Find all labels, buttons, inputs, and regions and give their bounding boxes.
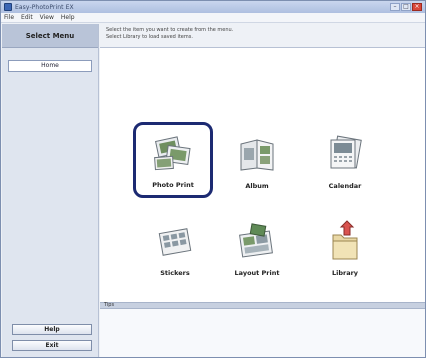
close-button[interactable]: × [412,3,422,11]
tile-label: Album [245,182,269,190]
minimize-button[interactable]: – [390,3,400,11]
window-title: Easy-PhotoPrint EX [15,3,74,11]
menu-view[interactable]: View [40,14,54,21]
tile-label: Photo Print [152,181,194,189]
instructions-line-2: Select Library to load saved items. [106,33,193,40]
exit-button[interactable]: Exit [12,340,92,351]
home-button[interactable]: Home [8,60,92,72]
app-icon [4,3,12,11]
sidebar-header: Select Menu [2,24,98,48]
tile-stickers[interactable]: Stickers [135,213,215,289]
tile-label: Library [331,269,359,277]
menu-help[interactable]: Help [61,14,75,21]
tile-calendar[interactable]: Calendar [305,126,385,202]
maximize-button[interactable]: □ [401,3,411,11]
tile-label: Stickers [160,269,190,277]
tip-bar: Tips [100,302,425,309]
tile-photo-print[interactable]: Photo Print [133,122,213,198]
instructions: Select the item you want to create from … [100,24,425,48]
title-bar[interactable]: Easy-PhotoPrint EX – □ × [1,1,425,13]
app-window: Easy-PhotoPrint EX – □ × File Edit View … [0,0,426,358]
menu-file[interactable]: File [4,14,14,21]
tile-album[interactable]: Album [217,126,297,202]
menu-bar: File Edit View Help [1,13,425,23]
window-controls: – □ × [390,3,422,11]
menu-edit[interactable]: Edit [21,14,33,21]
layout-print-icon [239,223,273,258]
sidebar: Select Menu Home Help Exit [2,24,99,357]
stickers-icon [158,228,192,256]
tile-label: Layout Print [234,269,280,277]
tile-library[interactable]: Library [305,213,385,289]
library-icon [332,220,358,260]
photo-print-icon [154,136,191,171]
album-icon [240,139,274,171]
tile-layout-print[interactable]: Layout Print [217,213,297,289]
tip-area [100,309,425,357]
help-button[interactable]: Help [12,324,92,335]
tile-label: Calendar [328,182,362,190]
calendar-icon [330,135,362,169]
main-panel: Select the item you want to create from … [100,24,425,357]
menu-grid: Photo Print Album Calendar Stickers Layo… [100,48,425,302]
